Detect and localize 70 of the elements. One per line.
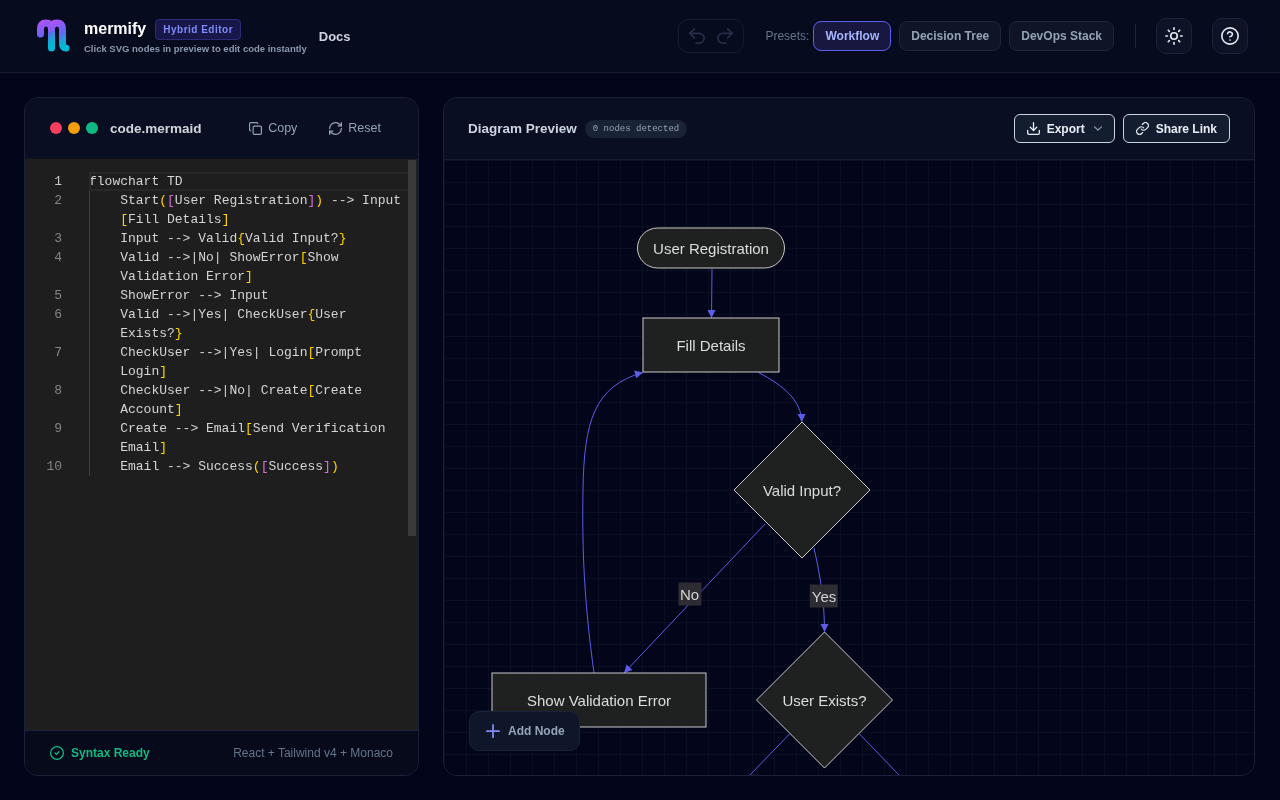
- code-line: ShowError --> Input: [120, 287, 269, 305]
- code-line: Input --> Valid{Valid Input?}: [120, 230, 347, 248]
- code-editor-field[interactable]: [25, 158, 418, 730]
- decision-node: Valid Input?: [733, 421, 871, 559]
- code-line: [Fill Details]: [120, 211, 230, 229]
- tagline: Click SVG nodes in preview to edit code instantly: [84, 42, 307, 54]
- reset-button[interactable]: Reset: [329, 121, 381, 135]
- plus-icon: [486, 724, 500, 738]
- line-number: 8: [54, 383, 62, 398]
- line-number: 10: [46, 459, 62, 474]
- logo-icon: [36, 19, 70, 53]
- preset-button[interactable]: DevOps Stack: [1009, 21, 1114, 51]
- sun-icon: [1165, 27, 1183, 45]
- theme-toggle-button[interactable]: [1156, 18, 1192, 54]
- panel-title: Diagram Preview: [468, 121, 577, 136]
- code-line: CheckUser -->|Yes| Login[Prompt: [120, 344, 363, 362]
- nav-link[interactable]: Docs: [318, 28, 351, 44]
- line-number: 4: [54, 250, 62, 265]
- share-link-button[interactable]: Share Link: [1122, 114, 1230, 143]
- export-button[interactable]: Export: [1013, 114, 1115, 143]
- check-circle-icon: [50, 746, 64, 760]
- line-number: 9: [54, 421, 62, 436]
- file-name: code.mermaid: [110, 120, 202, 136]
- node-count-badge: 0 nodes detected: [584, 119, 688, 138]
- edge-label: No: [677, 582, 702, 606]
- code-line: Email]: [120, 439, 168, 457]
- code-line: Valid -->|Yes| CheckUser{User: [120, 306, 347, 324]
- line-number: 6: [54, 307, 62, 322]
- tech-stack-label: React + Tailwind v4 + Monaco: [233, 746, 393, 760]
- presets-label: Presets:: [765, 29, 810, 43]
- code-line: Email --> Success([Success]): [120, 458, 339, 476]
- preset-button[interactable]: Decision Tree: [899, 21, 1002, 51]
- code-line: CheckUser -->|No| Create[Create: [120, 382, 363, 400]
- code-line: Login]: [120, 363, 168, 381]
- line-number: 5: [54, 288, 62, 303]
- code-line: flowchart TD: [89, 173, 183, 191]
- code-line: Exists?}: [120, 325, 183, 343]
- code-line: Valid -->|No| ShowError[Show: [120, 249, 339, 267]
- process-node: Fill Details: [642, 317, 780, 373]
- chevron-down-icon: [1093, 126, 1102, 131]
- code-line: Account]: [120, 401, 183, 419]
- add-node-button[interactable]: Add Node: [469, 711, 580, 751]
- scrollbar-thumb[interactable]: [408, 160, 416, 536]
- syntax-status: Syntax Ready: [71, 746, 150, 760]
- copy-icon: [249, 121, 263, 135]
- edge-label: Yes: [809, 584, 839, 607]
- redo-icon: [717, 28, 734, 44]
- line-number: 2: [54, 193, 62, 208]
- edge-arrow: [707, 268, 716, 319]
- refresh-icon: [329, 121, 343, 135]
- code-line: Start([User Registration]) --> Input: [120, 192, 402, 210]
- terminal-node: User Registration: [637, 227, 785, 269]
- line-number: 3: [54, 231, 62, 246]
- line-number: 1: [54, 174, 62, 189]
- app-name: mermify: [84, 20, 147, 38]
- edge-line: [748, 733, 790, 775]
- undo-icon: [689, 28, 706, 44]
- download-icon: [1026, 122, 1040, 135]
- line-number: 7: [54, 345, 62, 360]
- edge-line: [859, 733, 901, 775]
- code-line: Create --> Email[Send Verification: [120, 420, 386, 438]
- decision-node: User Exists?: [756, 631, 893, 769]
- code-line: Validation Error]: [120, 268, 253, 286]
- link-icon: [1135, 122, 1149, 135]
- help-button[interactable]: [1212, 18, 1248, 54]
- help-icon: [1221, 27, 1239, 45]
- edge-arrow: [758, 372, 806, 423]
- copy-button[interactable]: Copy: [249, 121, 298, 135]
- preset-button[interactable]: Workflow: [813, 21, 892, 51]
- mode-badge: Hybrid Editor: [155, 18, 242, 40]
